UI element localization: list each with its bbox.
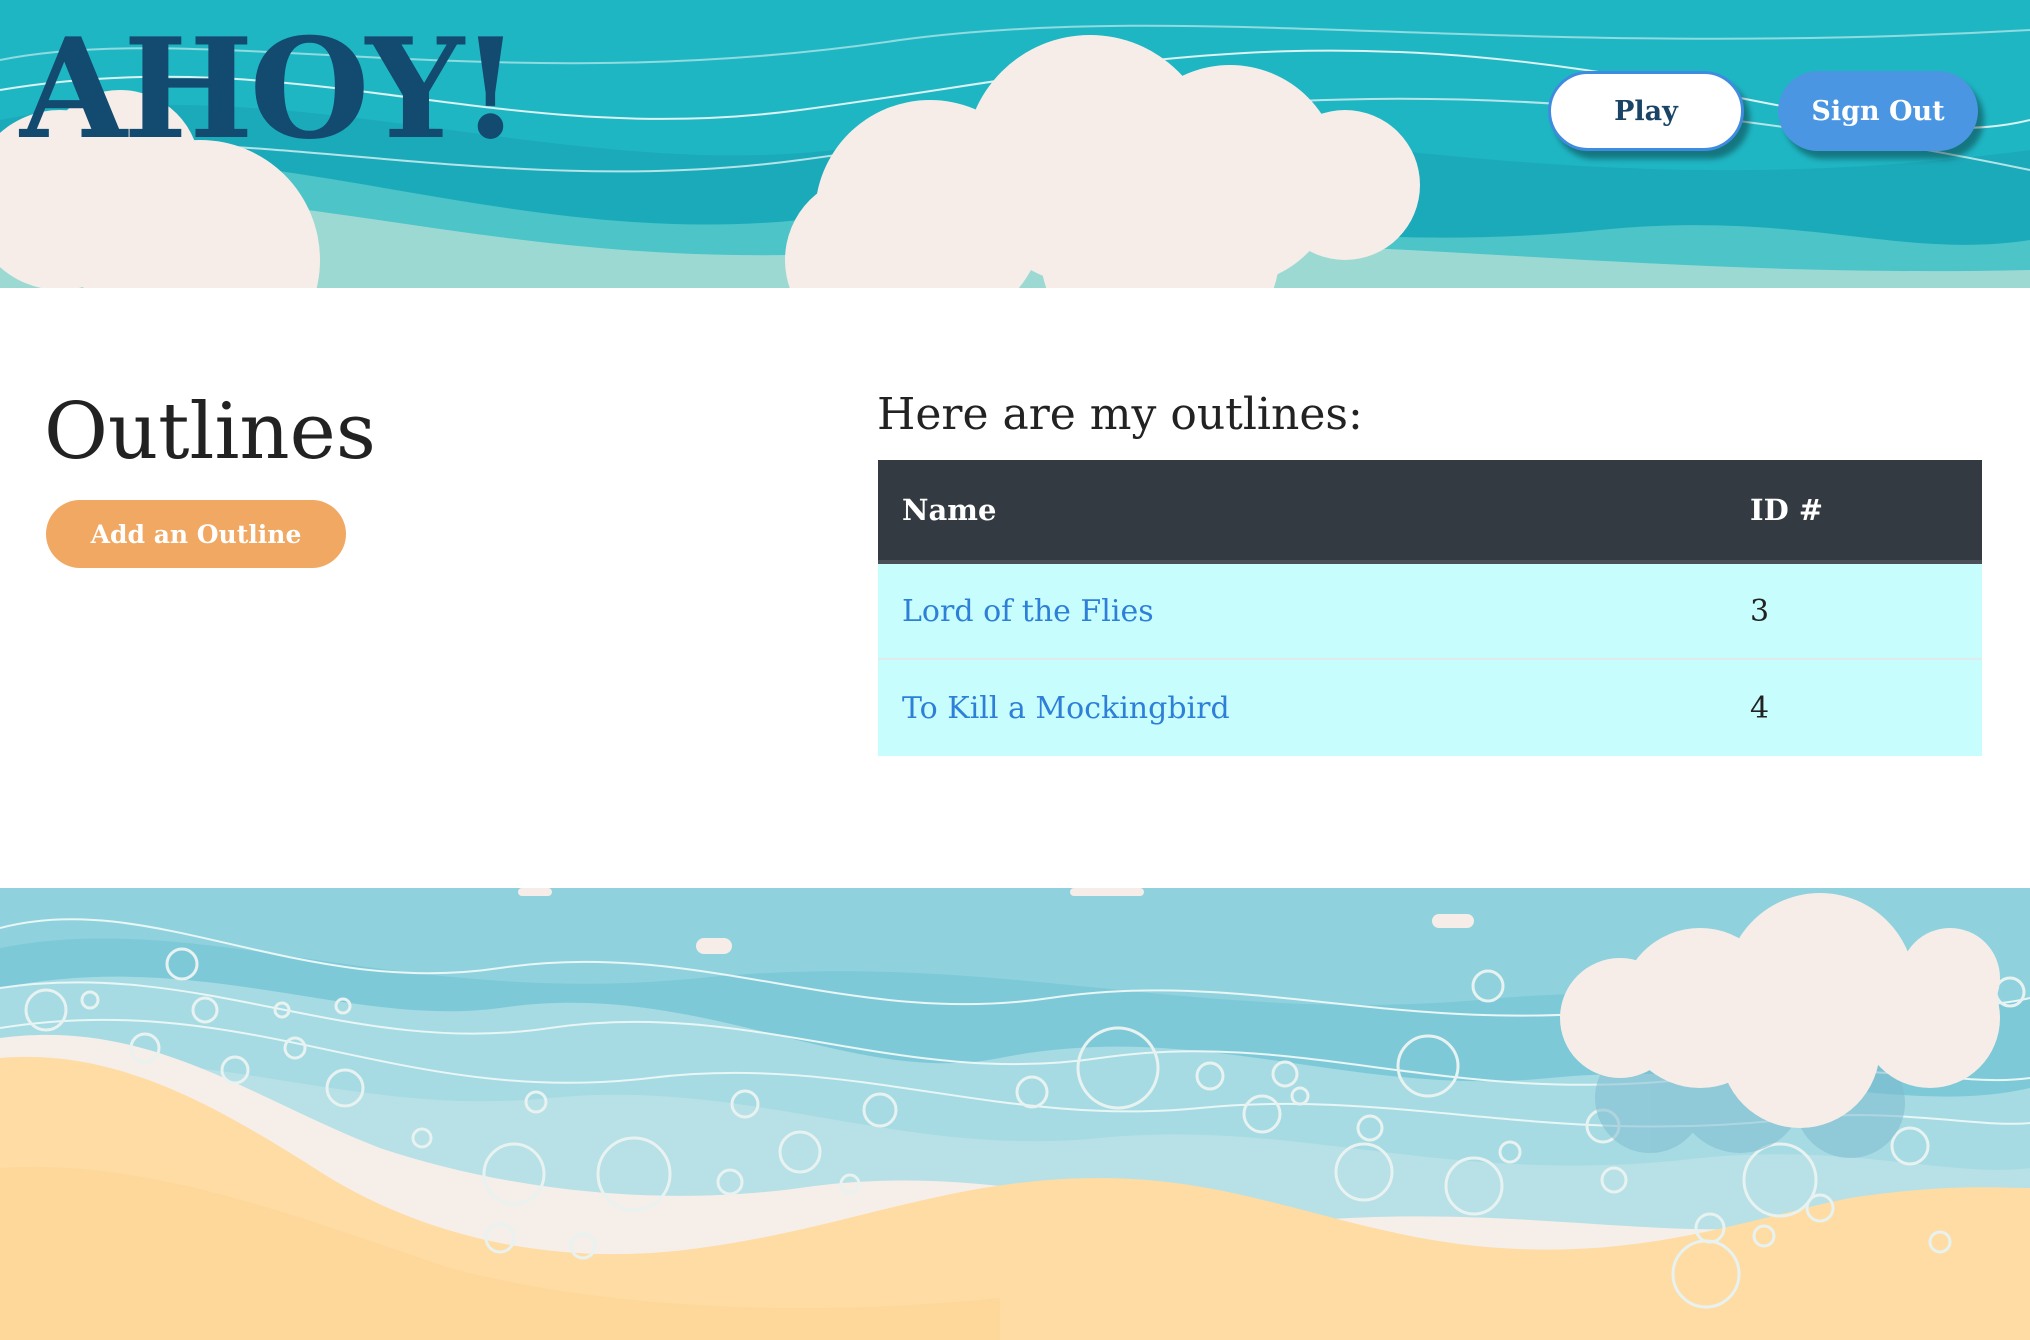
outline-link[interactable]: To Kill a Mockingbird bbox=[902, 691, 1230, 726]
outline-id-cell: 4 bbox=[1726, 658, 1982, 756]
app-logo[interactable]: AHOY! bbox=[20, 14, 521, 164]
column-header-name: Name bbox=[878, 460, 1726, 564]
beach-illustration bbox=[0, 888, 2030, 1340]
add-outline-button[interactable]: Add an Outline bbox=[46, 500, 346, 568]
footer-beach-banner bbox=[0, 888, 2030, 1340]
outlines-list-heading: Here are my outlines: bbox=[877, 389, 1363, 440]
outline-link[interactable]: Lord of the Flies bbox=[902, 594, 1154, 629]
sign-out-button[interactable]: Sign Out bbox=[1778, 71, 1978, 151]
outlines-table: Name ID # Lord of the Flies 3 To Kill a … bbox=[878, 460, 1982, 756]
page-title: Outlines bbox=[44, 387, 376, 477]
outline-name-cell: To Kill a Mockingbird bbox=[878, 658, 1726, 756]
column-header-id: ID # bbox=[1726, 460, 1982, 564]
header-banner: AHOY! Play Sign Out bbox=[0, 0, 2030, 288]
outline-name-cell: Lord of the Flies bbox=[878, 562, 1726, 659]
table-row: To Kill a Mockingbird 4 bbox=[878, 658, 1982, 756]
table-row: Lord of the Flies 3 bbox=[878, 562, 1982, 659]
outline-id-cell: 3 bbox=[1726, 562, 1982, 659]
table-header-row: Name ID # bbox=[878, 460, 1982, 564]
play-button[interactable]: Play bbox=[1548, 71, 1744, 151]
